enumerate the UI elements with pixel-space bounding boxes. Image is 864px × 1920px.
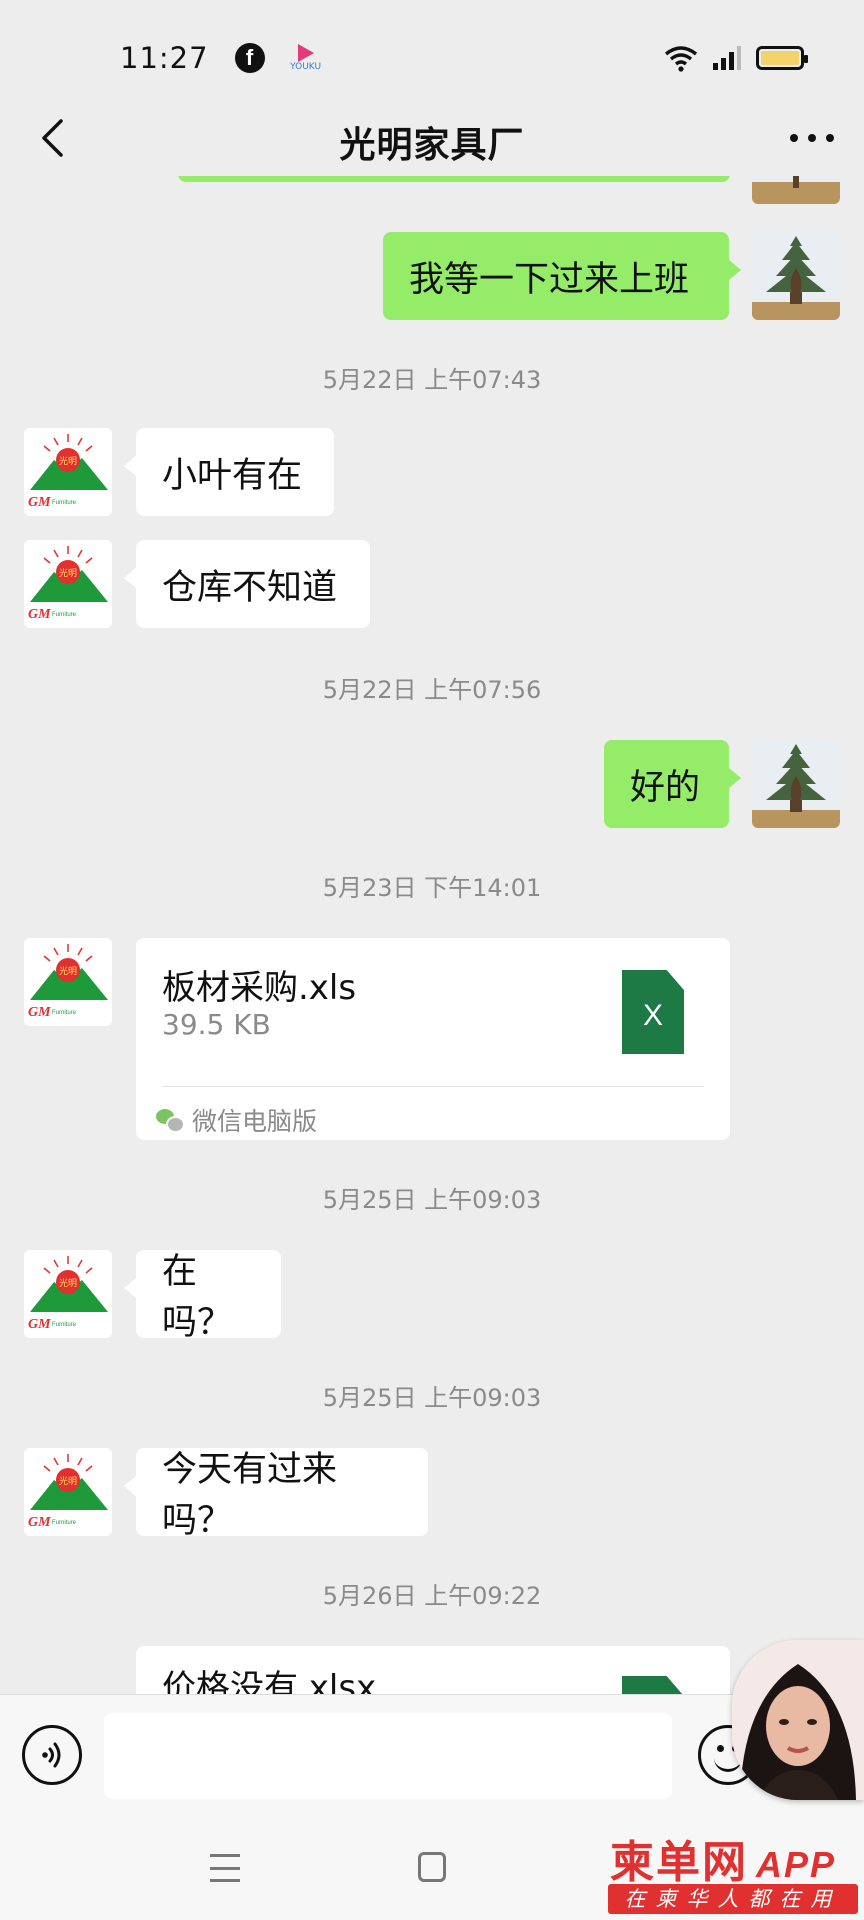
- logo-initials: GM: [28, 607, 51, 622]
- file-source: 微信电脑版: [156, 1102, 317, 1138]
- company-logo-icon: 光明 GM Furniture: [24, 938, 112, 1026]
- watermark-brand-text: 柬单网: [610, 1837, 748, 1888]
- message-bubble-self[interactable]: 好的: [604, 740, 741, 828]
- message-timestamp: 5月23日 下午14:01: [322, 874, 542, 902]
- company-logo-icon: 光明 GM Furniture: [24, 1448, 112, 1536]
- excel-file-icon: X: [622, 970, 684, 1054]
- more-dot-icon: [826, 134, 834, 142]
- facebook-icon: f: [234, 43, 265, 73]
- youku-icon: YOUKU: [290, 43, 322, 73]
- person-photo-icon: [732, 1640, 864, 1800]
- bonsai-tree-icon: [752, 176, 840, 204]
- company-logo-icon: 光明 GM Furniture: [24, 540, 112, 628]
- recent-apps-button[interactable]: [210, 1854, 240, 1882]
- chat-header: 光明家具厂: [0, 100, 864, 176]
- logo-text: 光明: [59, 455, 77, 467]
- site-watermark: 柬单网 APP 在柬华人都在用: [600, 1826, 864, 1920]
- logo-initials: GM: [28, 1515, 51, 1530]
- wifi-icon: [664, 46, 698, 72]
- logo-text: 光明: [59, 567, 77, 579]
- bonsai-tree-icon: [752, 232, 840, 320]
- file-message-card[interactable]: 价格没有.xlsx: [136, 1646, 730, 1694]
- status-time: 11:27: [120, 41, 209, 75]
- company-logo-icon: 光明 GM Furniture: [24, 1250, 112, 1338]
- more-dot-icon: [790, 134, 798, 142]
- bonsai-tree-icon: [752, 740, 840, 828]
- message-bubble-contact[interactable]: 在吗？: [124, 1250, 281, 1343]
- divider: [162, 1086, 704, 1087]
- voice-input-button[interactable]: [22, 1725, 82, 1785]
- excel-file-icon: [622, 1676, 684, 1694]
- message-bubble-contact[interactable]: 小叶有在: [124, 428, 334, 516]
- logo-word: Furniture: [52, 612, 77, 618]
- file-message-card[interactable]: 板材采购.xls 39.5 KB X 微信电脑版: [136, 938, 730, 1140]
- self-avatar[interactable]: [752, 232, 840, 320]
- message-timestamp: 5月25日 上午09:03: [322, 1186, 542, 1214]
- youku-label: YOUKU: [290, 62, 322, 72]
- previous-message-bubble[interactable]: [178, 176, 730, 182]
- message-bubble-self[interactable]: 我等一下过来上班: [383, 232, 741, 320]
- logo-word: Furniture: [52, 1520, 77, 1526]
- contact-avatar[interactable]: 光明 GM Furniture: [24, 540, 112, 628]
- file-size: 39.5 KB: [162, 1008, 271, 1041]
- message-bubble-contact[interactable]: 仓库不知道: [124, 540, 370, 628]
- signal-icon: [713, 46, 741, 70]
- logo-word: Furniture: [52, 1010, 77, 1016]
- message-timestamp: 5月26日 上午09:22: [322, 1582, 542, 1610]
- chat-title: 光明家具厂: [339, 125, 525, 166]
- home-button[interactable]: [418, 1852, 446, 1882]
- contact-avatar[interactable]: 光明 GM Furniture: [24, 938, 112, 1026]
- logo-text: 光明: [59, 965, 77, 977]
- battery-icon: [756, 46, 808, 70]
- watermark-slogan: 在柬华人都在用: [608, 1884, 858, 1914]
- more-dot-icon: [808, 134, 816, 142]
- logo-text: 光明: [59, 1475, 77, 1487]
- file-name: 板材采购.xls: [162, 968, 357, 1008]
- logo-text: 光明: [59, 1277, 77, 1289]
- logo-initials: GM: [28, 495, 51, 510]
- watermark-app-text: APP: [756, 1844, 837, 1885]
- message-input[interactable]: [104, 1713, 672, 1799]
- watermark-brand: 柬单网 APP: [610, 1826, 836, 1890]
- status-bar: 11:27 f YOUKU: [0, 0, 864, 116]
- message-timestamp: 5月25日 上午09:03: [322, 1384, 542, 1412]
- company-logo-icon: 光明 GM Furniture: [24, 428, 112, 516]
- contact-avatar[interactable]: 光明 GM Furniture: [24, 1448, 112, 1536]
- file-name: 价格没有.xlsx: [162, 1668, 377, 1694]
- logo-word: Furniture: [52, 500, 77, 506]
- logo-initials: GM: [28, 1005, 51, 1020]
- message-timestamp: 5月22日 上午07:43: [322, 366, 542, 394]
- message-list[interactable]: 我等一下过来上班 5月22日 上午07:43 光明 GM Furniture 小…: [0, 176, 864, 1694]
- wechat-icon: [156, 1109, 185, 1133]
- self-avatar[interactable]: [752, 176, 840, 204]
- contact-avatar[interactable]: 光明 GM Furniture: [24, 1250, 112, 1338]
- message-timestamp: 5月22日 上午07:56: [322, 676, 542, 704]
- self-avatar[interactable]: [752, 740, 840, 828]
- floating-avatar-bubble[interactable]: [732, 1640, 864, 1800]
- voice-icon: [42, 1742, 61, 1768]
- logo-word: Furniture: [52, 1322, 77, 1328]
- contact-avatar[interactable]: 光明 GM Furniture: [24, 428, 112, 516]
- file-source-label: 微信电脑版: [192, 1107, 318, 1136]
- message-bubble-contact[interactable]: 今天有过来吗？: [124, 1448, 428, 1541]
- logo-initials: GM: [28, 1317, 51, 1332]
- more-options-button[interactable]: [784, 118, 840, 158]
